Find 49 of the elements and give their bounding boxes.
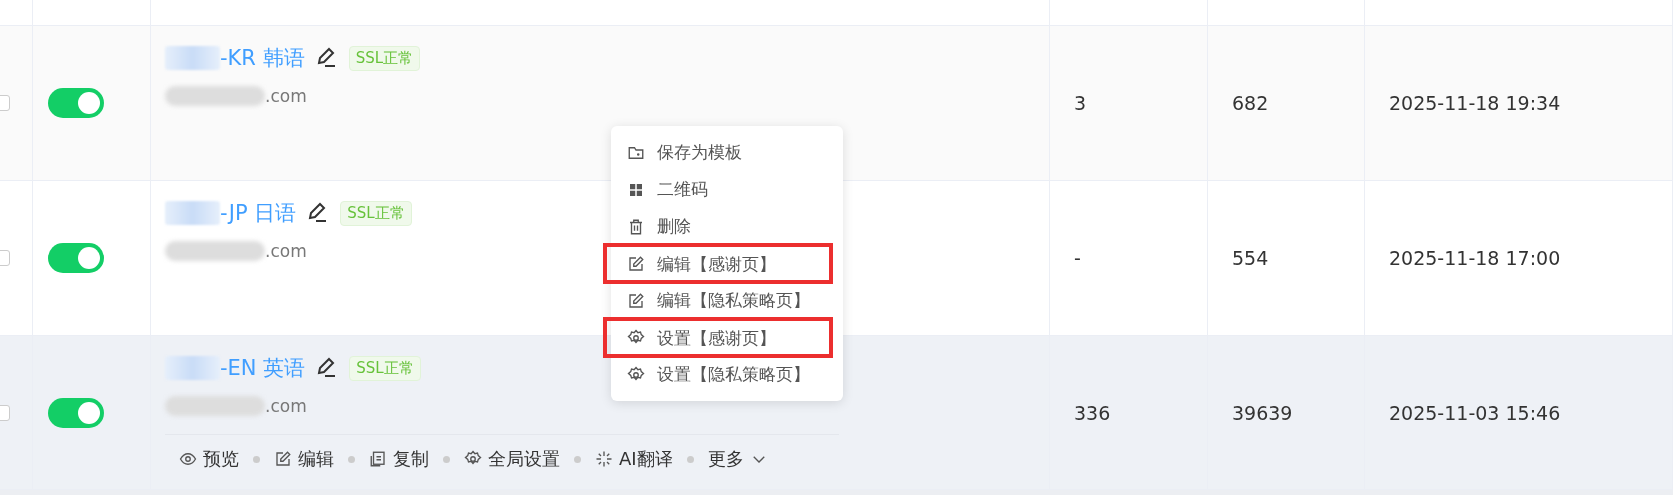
table-cell: 2025-11-18 17:00	[1389, 247, 1561, 269]
table-cell: 2025-11-18 19:34	[1389, 92, 1561, 114]
action-link[interactable]: AI翻译	[595, 447, 673, 471]
blurred-text	[165, 46, 220, 70]
toggle-switch[interactable]	[48, 397, 104, 428]
action-link[interactable]: 编辑	[274, 447, 334, 471]
action-link[interactable]: 全局设置	[464, 447, 560, 471]
pen-icon[interactable]	[316, 47, 337, 69]
pen-icon[interactable]	[317, 357, 338, 379]
menu-item[interactable]: 设置【感谢页】	[605, 319, 831, 356]
edit-icon	[627, 255, 645, 273]
menu-item[interactable]: 保存为模板	[611, 134, 843, 171]
sparkle-icon	[595, 450, 613, 468]
separator-dot	[348, 455, 355, 463]
domain-text: .com	[265, 396, 307, 416]
separator-dot	[574, 455, 581, 463]
menu-item[interactable]: 编辑【隐私策略页】	[611, 282, 843, 319]
edit-icon	[627, 291, 645, 310]
domain-text: .com	[265, 86, 307, 106]
blurred-text	[165, 201, 220, 225]
table-cell: 39639	[1232, 401, 1293, 424]
separator-dot	[443, 455, 450, 463]
toggle-switch[interactable]	[48, 88, 104, 118]
menu-item[interactable]: 二维码	[611, 171, 843, 208]
separator-dot	[686, 455, 694, 463]
table-cell: 554	[1232, 247, 1269, 269]
edit-icon	[274, 450, 292, 468]
ssl-status-tag: SSL正常	[340, 200, 412, 226]
table-cell: 682	[1232, 92, 1269, 114]
menu-item[interactable]: 设置【隐私策略页】	[611, 356, 843, 393]
table-cell: 2025-11-03 15:46	[1389, 401, 1561, 424]
action-link[interactable]: 预览	[179, 447, 239, 471]
blurred-text	[165, 356, 220, 380]
toggle-switch[interactable]	[48, 243, 104, 273]
action-link[interactable]: 复制	[369, 447, 429, 471]
pen-icon[interactable]	[308, 202, 329, 224]
menu-item[interactable]: 编辑【感谢页】	[605, 245, 831, 282]
ssl-status-tag: SSL正常	[348, 45, 421, 71]
table-cell: 336	[1074, 401, 1111, 424]
separator-dot	[253, 455, 260, 463]
copy-icon	[369, 450, 387, 468]
table-cell: 3	[1074, 92, 1087, 114]
domain-text: .com	[265, 241, 307, 261]
eye-icon	[179, 450, 197, 468]
table-cell: -	[1074, 247, 1081, 269]
ssl-status-tag: SSL正常	[349, 355, 421, 381]
more-link[interactable]: 更多	[707, 447, 768, 471]
menu-item[interactable]: 删除	[611, 208, 843, 245]
trash-icon	[627, 217, 645, 236]
